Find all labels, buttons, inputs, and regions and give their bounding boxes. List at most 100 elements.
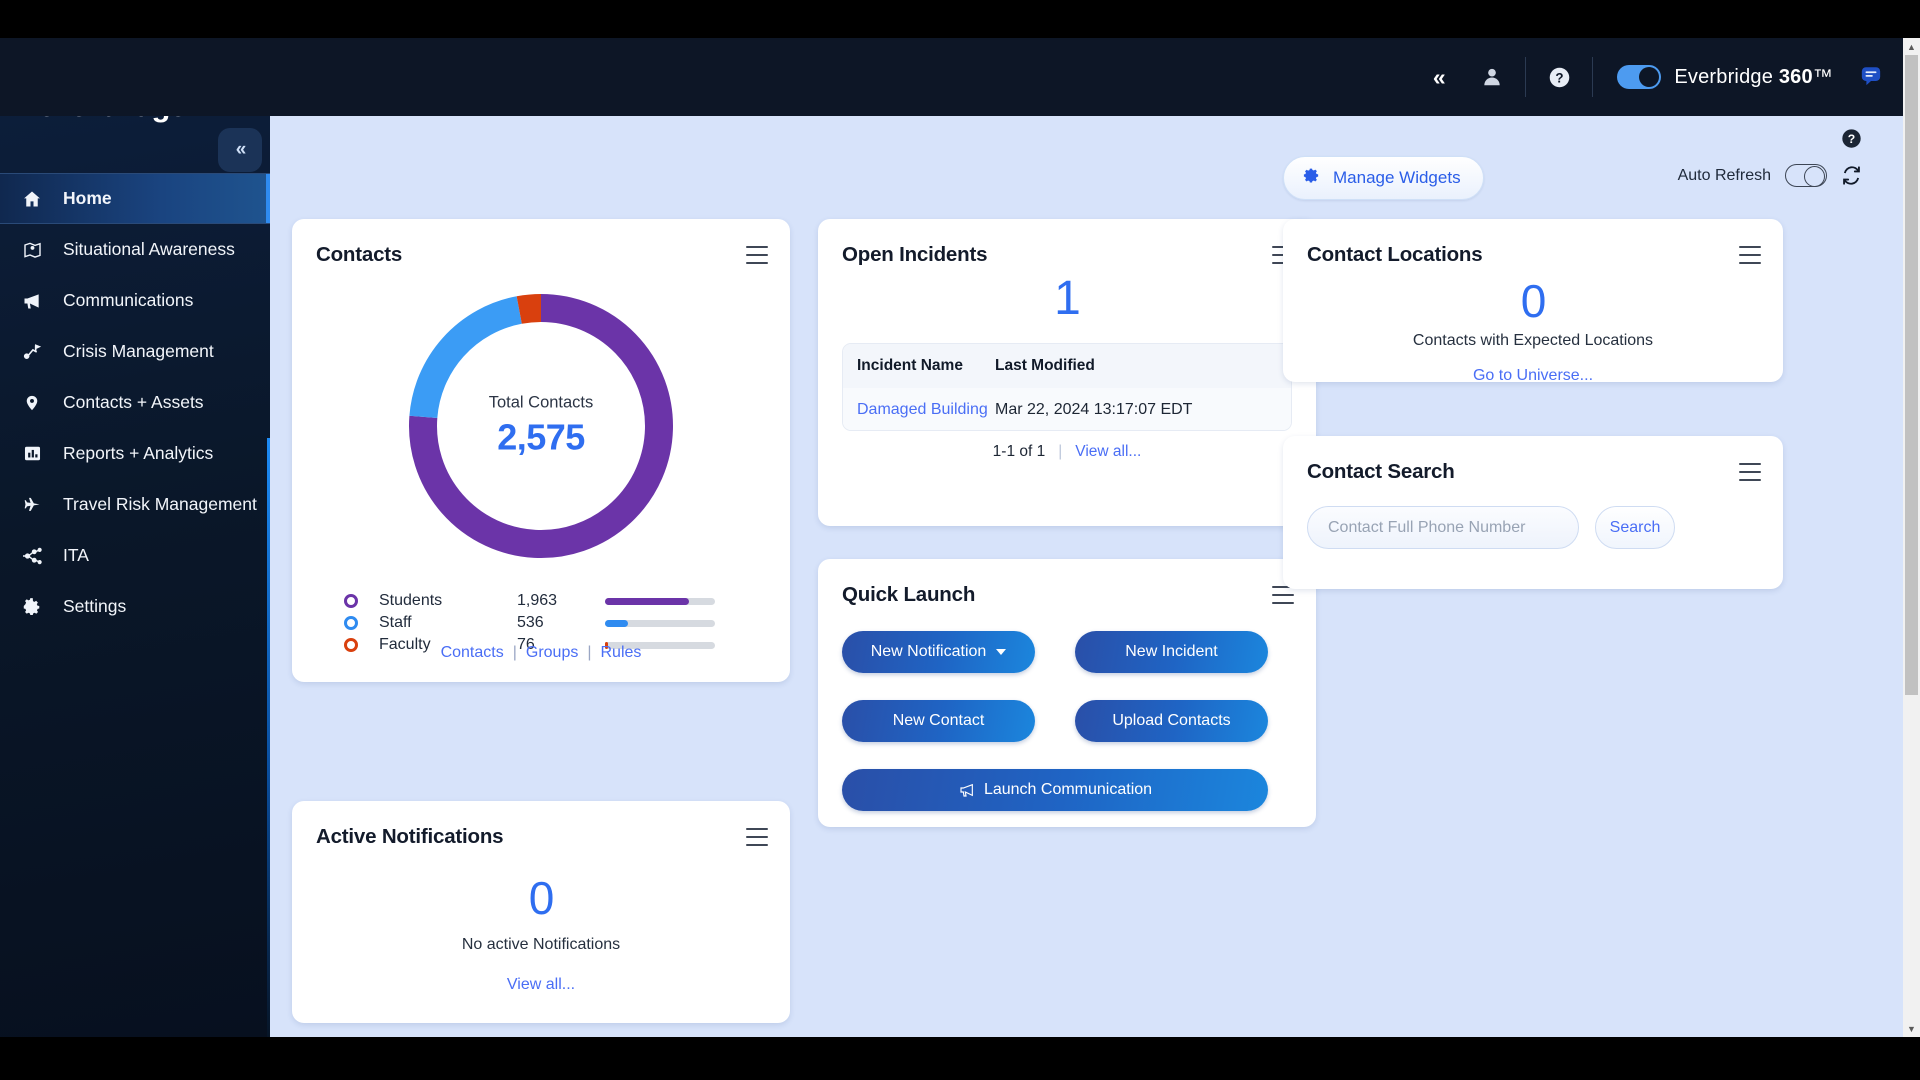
hamburger-menu-icon[interactable] [1272, 586, 1294, 604]
network-nodes-icon [20, 547, 44, 565]
brand-bold: 360 [1778, 65, 1813, 88]
button-label: New Contact [892, 712, 985, 729]
legend-dot [344, 594, 358, 608]
everbridge-360-toggle[interactable] [1617, 65, 1662, 89]
sidebar-item-travel-risk-management[interactable]: Travel Risk Management [0, 479, 270, 530]
brand-tm: ™ [1812, 65, 1833, 88]
button-label: New Incident [1125, 643, 1218, 660]
widget-title: Active Notifications [316, 825, 504, 848]
pagination-label: 1-1 of 1 [992, 443, 1046, 460]
dashboard-help-button[interactable]: ? [1841, 128, 1862, 154]
contacts-link[interactable]: Contacts [441, 644, 504, 661]
everbridge-360-label: Everbridge 360™ [1674, 66, 1833, 89]
active-notifications-view-all[interactable]: View all... [292, 976, 790, 994]
legend-row: Students 1,963 [344, 590, 744, 612]
legend-value: 1,963 [517, 592, 558, 609]
column-header-incident-name: Incident Name [857, 357, 963, 374]
header-collapse-button[interactable]: « [1411, 38, 1465, 116]
contact-search-input[interactable] [1307, 506, 1579, 549]
contact-locations-widget: Contact Locations 0 Contacts with Expect… [1283, 219, 1783, 385]
groups-link[interactable]: Groups [526, 644, 578, 661]
scrollbar-thumb[interactable] [1905, 55, 1918, 695]
go-to-universe-link[interactable]: Go to Universe... [1283, 367, 1783, 385]
open-incidents-view-all[interactable]: View all... [1075, 443, 1141, 460]
browser-viewport: everbridge ™ « Home Situational [0, 38, 1920, 1037]
sidebar-item-label: Home [63, 188, 112, 208]
sidebar-item-communications[interactable]: Communications [0, 275, 270, 326]
donut-segment-faculty [516, 294, 542, 324]
sidebar-item-ita[interactable]: ITA [0, 530, 270, 581]
hamburger-menu-icon[interactable] [746, 828, 768, 846]
header-actions: « ? Everbridge 360™ [270, 38, 1920, 116]
brand-prefix: Everbridge [1674, 65, 1779, 88]
sidebar-item-label: Crisis Management [63, 341, 214, 361]
table-row[interactable]: Damaged Building Mar 22, 2024 13:17:07 E… [843, 388, 1291, 430]
map-pin-icon [20, 240, 44, 260]
new-contact-button[interactable]: New Contact [842, 700, 1035, 742]
new-incident-button[interactable]: New Incident [1075, 631, 1268, 673]
svg-text:?: ? [1555, 70, 1563, 85]
account-button[interactable] [1465, 38, 1519, 116]
svg-text:?: ? [1848, 132, 1855, 146]
column-header-last-modified: Last Modified [995, 357, 1095, 374]
refresh-button[interactable] [1841, 165, 1862, 186]
chevrons-left-icon: « [235, 139, 246, 160]
everbridge-360-brand: Everbridge 360™ [1599, 38, 1886, 116]
widget-title: Quick Launch [842, 583, 976, 606]
contact-locations-count: 0 [1520, 275, 1547, 327]
contacts-widget: Contacts Total Contacts 2,575 Students 1… [292, 219, 790, 682]
manage-widgets-button[interactable]: Manage Widgets [1283, 156, 1484, 200]
launch-communication-button[interactable]: Launch Communication [842, 769, 1268, 811]
footer-divider: | [1058, 443, 1063, 460]
megaphone-icon [958, 782, 976, 798]
widget-title: Contact Search [1307, 460, 1455, 483]
sidebar-collapse-button[interactable]: « [218, 128, 262, 172]
link-separator: | [512, 644, 517, 661]
contact-search-button[interactable]: Search [1595, 506, 1675, 549]
bar-chart-icon [20, 444, 44, 463]
widget-title: Contacts [316, 243, 403, 266]
legend-label: Staff [379, 614, 412, 631]
sidebar-item-reports-analytics[interactable]: Reports + Analytics [0, 428, 270, 479]
chevrons-left-icon: « [1432, 63, 1446, 90]
chat-bubble-icon[interactable] [1860, 64, 1882, 91]
widget-title: Open Incidents [842, 243, 988, 266]
gear-icon [1302, 166, 1321, 190]
dashboard-main: ? Manage Widgets Auto Refresh Contacts T… [270, 116, 1920, 1037]
header-divider [1525, 57, 1527, 97]
quick-launch-widget: Quick Launch New Notification New Incide… [818, 559, 1316, 827]
hamburger-menu-icon[interactable] [746, 246, 768, 264]
home-icon [20, 189, 44, 209]
hamburger-menu-icon[interactable] [1739, 246, 1761, 264]
sidebar-item-label: Contacts + Assets [63, 392, 204, 412]
widget-title: Contact Locations [1307, 243, 1483, 266]
open-incidents-table: Incident Name Last Modified Damaged Buil… [842, 343, 1292, 431]
legend-dot [344, 616, 358, 630]
incident-name-link[interactable]: Damaged Building [843, 401, 995, 419]
sidebar-nav-list: Home Situational Awareness Communication… [0, 173, 270, 632]
active-notifications-count: 0 [528, 872, 555, 924]
sidebar-item-settings[interactable]: Settings [0, 581, 270, 632]
contacts-donut-chart: Total Contacts 2,575 [396, 281, 686, 571]
auto-refresh-toggle[interactable] [1785, 164, 1827, 187]
sidebar-item-situational-awareness[interactable]: Situational Awareness [0, 224, 270, 275]
sidebar-item-home[interactable]: Home [0, 173, 270, 224]
scroll-up-arrow[interactable]: ▲ [1903, 38, 1920, 55]
new-notification-button[interactable]: New Notification [842, 631, 1035, 673]
sidebar-item-crisis-management[interactable]: Crisis Management [0, 326, 270, 377]
legend-row: Staff 536 [344, 612, 744, 634]
hamburger-menu-icon[interactable] [1739, 463, 1761, 481]
sidebar-item-label: ITA [63, 545, 89, 565]
rules-link[interactable]: Rules [601, 644, 642, 661]
gear-icon [20, 597, 44, 617]
sidebar-item-label: Situational Awareness [63, 239, 235, 259]
sidebar-item-label: Communications [63, 290, 194, 310]
scroll-down-arrow[interactable]: ▼ [1903, 1020, 1920, 1037]
vertical-scrollbar[interactable]: ▲ ▼ [1903, 38, 1920, 1037]
upload-contacts-button[interactable]: Upload Contacts [1075, 700, 1268, 742]
sidebar-item-contacts-assets[interactable]: Contacts + Assets [0, 377, 270, 428]
help-button[interactable]: ? [1532, 38, 1586, 116]
button-label: Upload Contacts [1112, 712, 1231, 729]
sidebar: everbridge ™ « Home Situational [0, 38, 270, 1037]
top-header-bar: « ? Everbridge 360™ [0, 38, 1920, 116]
